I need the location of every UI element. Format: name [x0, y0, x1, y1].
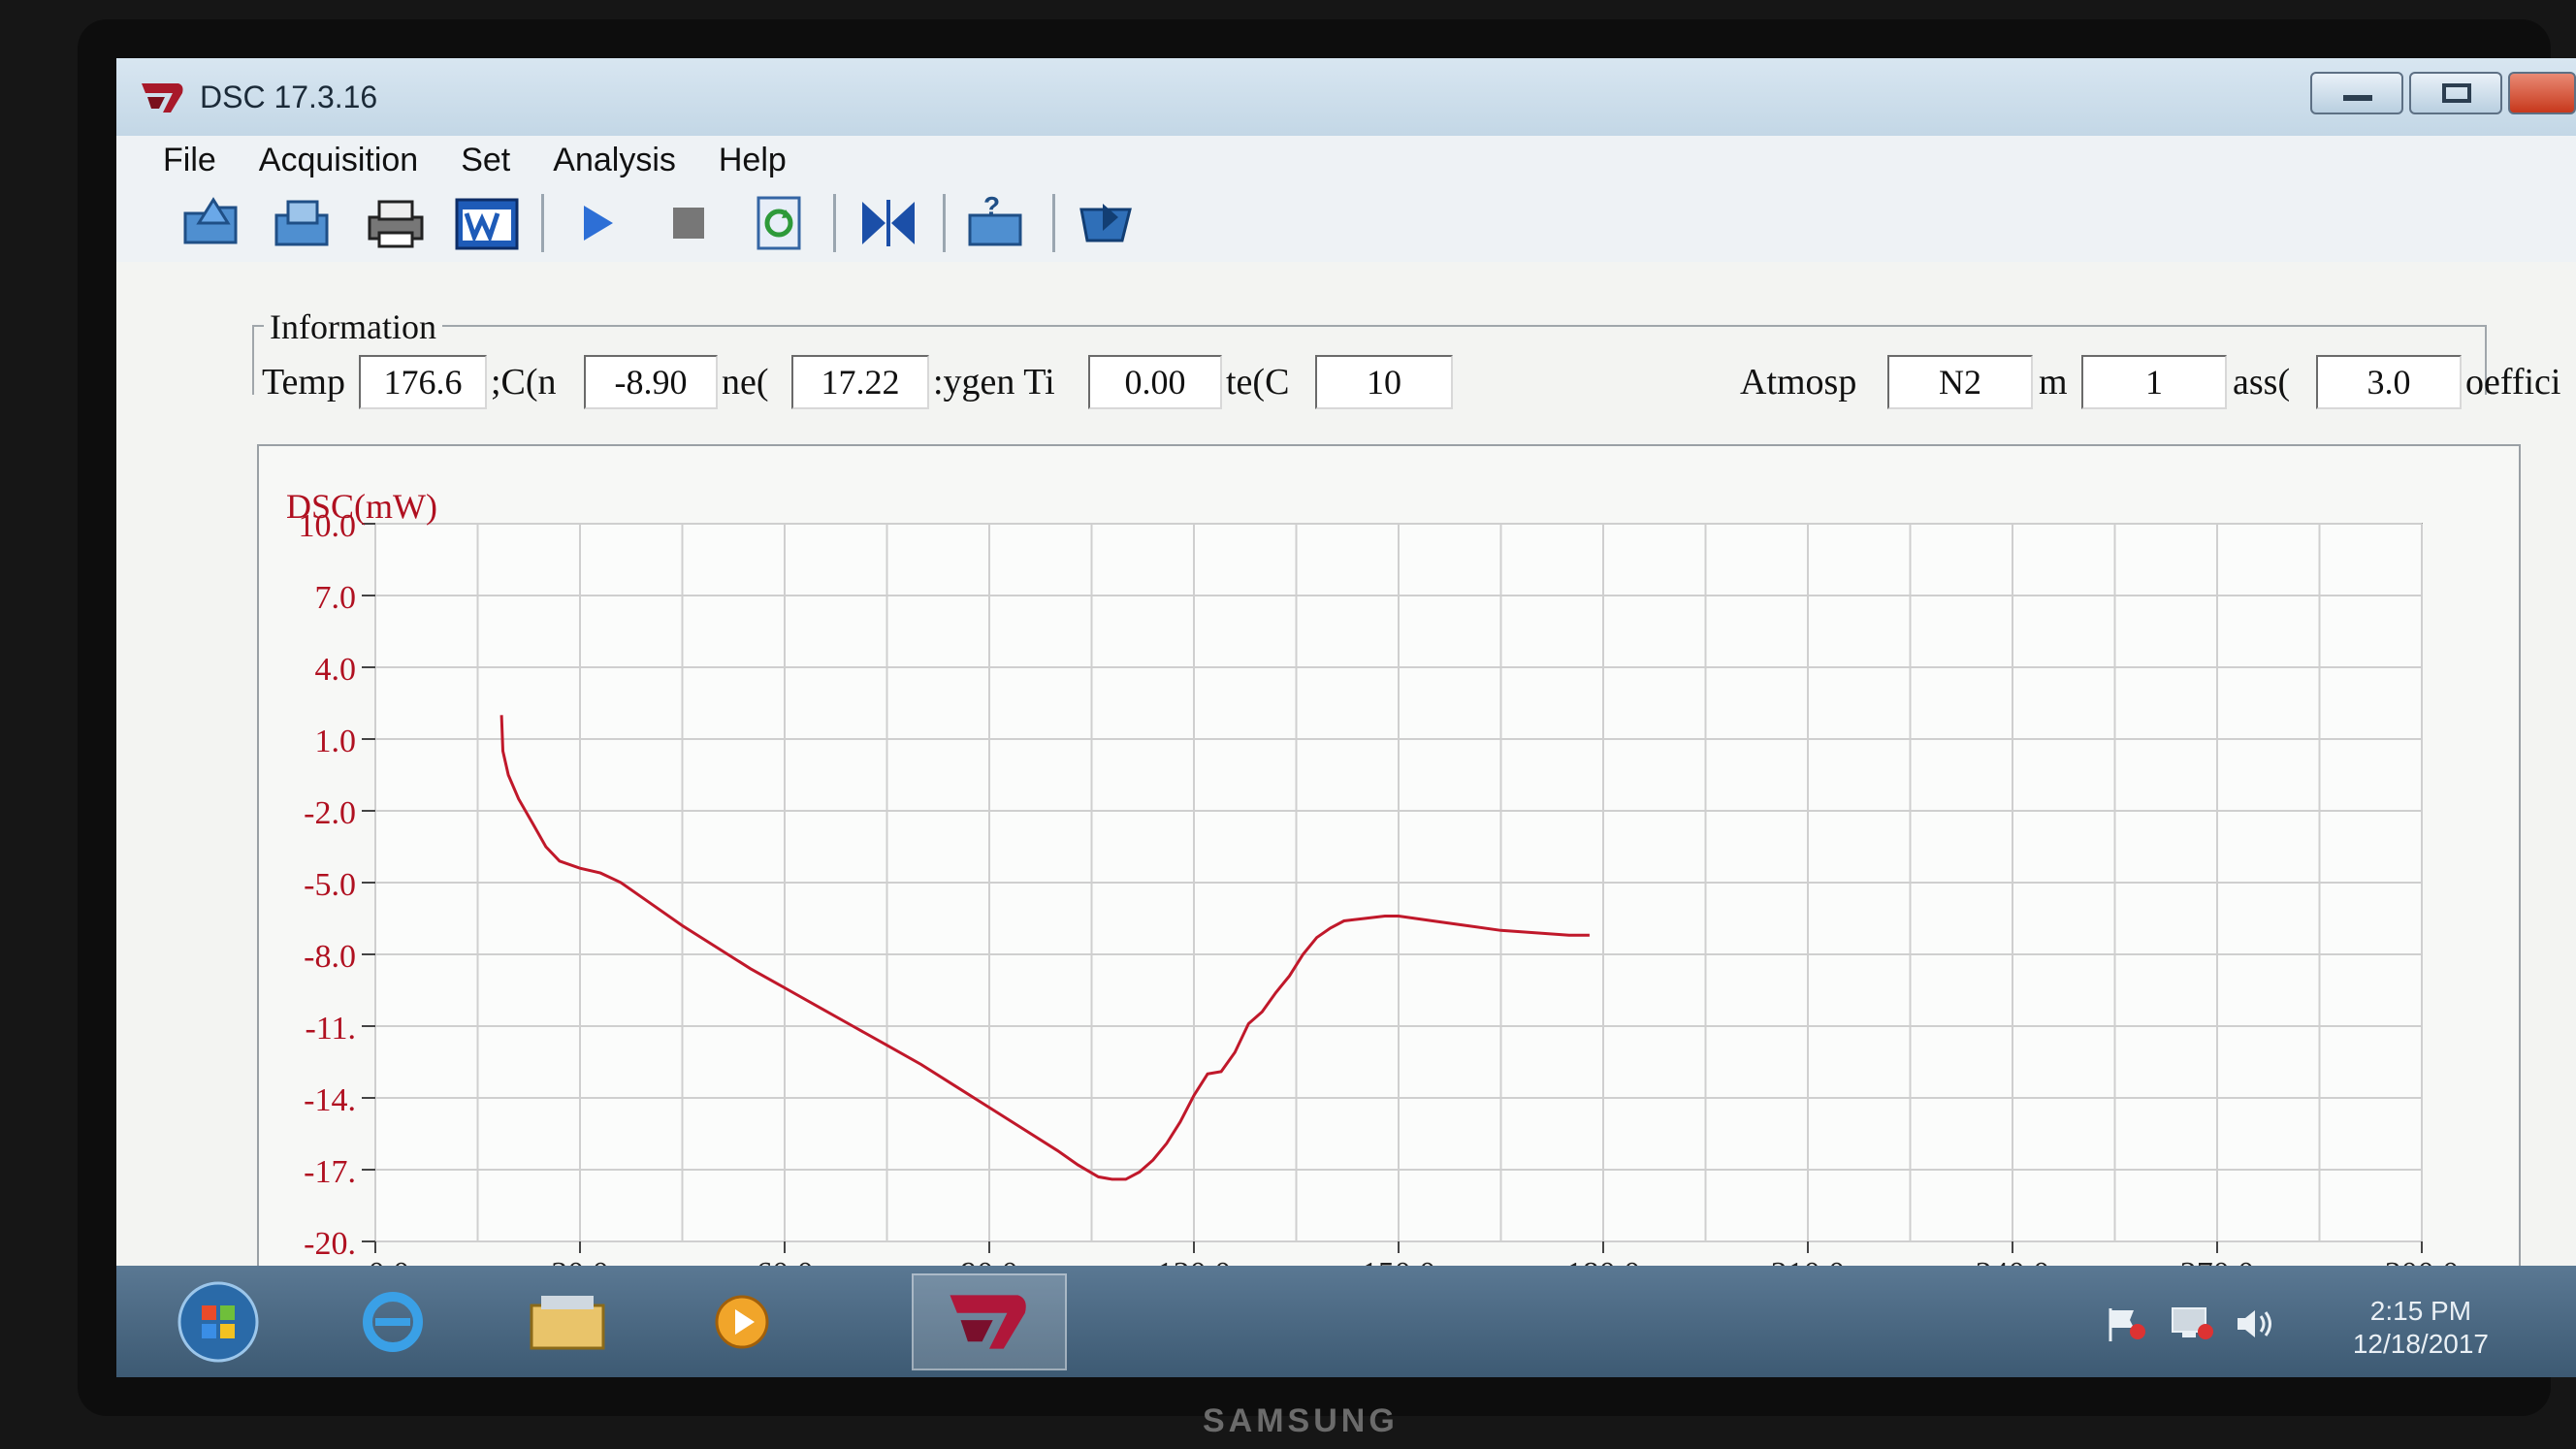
- y-tick-label: -20.: [304, 1226, 356, 1262]
- taskbar-dsc-app[interactable]: [912, 1273, 1067, 1370]
- start-button[interactable]: [558, 189, 635, 257]
- rate-field[interactable]: 10: [1315, 355, 1453, 409]
- main-area: Information Temp 176.6 ;C(n -8.90 ne( 17…: [116, 262, 2576, 1377]
- help-button[interactable]: ?: [959, 189, 1037, 257]
- exit-icon: [1079, 204, 1132, 242]
- network-icon[interactable]: [2169, 1304, 2217, 1343]
- stop-icon: [673, 208, 704, 239]
- clock-date: 12/18/2017: [2352, 1329, 2489, 1359]
- monitor-brand: SAMSUNG: [1203, 1402, 1399, 1439]
- atmosphere-label: Atmosp: [1740, 362, 1857, 402]
- dsc-chart: 10.07.04.01.0-2.0-5.0-8.0-11.-14.-17.-20…: [286, 487, 2459, 1292]
- rate-label: te(C: [1226, 362, 1290, 402]
- y-tick-label: -14.: [304, 1082, 356, 1118]
- minimize-icon: [2343, 95, 2372, 101]
- stop-button[interactable]: [649, 189, 726, 257]
- action-center-flag-icon[interactable]: [2105, 1304, 2149, 1343]
- volume-icon[interactable]: [2232, 1304, 2280, 1343]
- save-folder-icon: [274, 200, 329, 246]
- clock-time: 2:15 PM: [2369, 1296, 2472, 1326]
- m-field[interactable]: 1: [2081, 355, 2227, 409]
- y-tick-label: -8.0: [304, 939, 356, 975]
- start-button-orb[interactable]: [155, 1273, 281, 1370]
- taskbar-explorer[interactable]: [495, 1273, 640, 1370]
- close-button[interactable]: [2508, 72, 2576, 114]
- open-folder-icon: [183, 197, 238, 244]
- toolbar-separator: [833, 194, 836, 252]
- baseline-button[interactable]: [850, 189, 927, 257]
- y-tick-label: -17.: [304, 1154, 356, 1190]
- menu-acquisition[interactable]: Acquisition: [238, 136, 439, 184]
- taskbar: 2:15 PM 12/18/2017: [116, 1266, 2576, 1377]
- y-axis-label: DSC(mW): [286, 487, 437, 526]
- plot-panel: 10.0 7.0 4.0 1.0 -2.0 -5.0 -8.0 -11. -14. -17. -20…: [257, 444, 2521, 1321]
- toolbar-separator: [1052, 194, 1055, 252]
- exit-button[interactable]: [1069, 189, 1146, 257]
- word-export-icon: [455, 198, 519, 250]
- temp-label: Temp: [262, 362, 345, 402]
- title-bar[interactable]: DSC 17.3.16: [116, 58, 2576, 136]
- dsc-field[interactable]: -8.90: [584, 355, 718, 409]
- taskbar-internet-explorer[interactable]: [320, 1273, 466, 1370]
- menu-bar: File Acquisition Set Analysis Help: [116, 136, 2576, 184]
- save-button[interactable]: [266, 189, 343, 257]
- coefficient-label: oeffici: [2465, 362, 2561, 402]
- y-tick-label: -2.0: [304, 795, 356, 831]
- toolbar-separator: [943, 194, 946, 252]
- y-tick-label: -5.0: [304, 867, 356, 903]
- y-tick-label: 7.0: [315, 580, 357, 616]
- print-button[interactable]: [357, 189, 435, 257]
- app-logo-icon: [142, 83, 183, 113]
- file-explorer-icon: [530, 1296, 605, 1350]
- refresh-icon: [757, 196, 801, 250]
- menu-analysis[interactable]: Analysis: [531, 136, 697, 184]
- windows-start-icon: [177, 1281, 259, 1363]
- atmosphere-field[interactable]: N2: [1887, 355, 2033, 409]
- y-tick-label: 4.0: [315, 652, 357, 688]
- m-label: m: [2039, 362, 2068, 402]
- oxygen-time-label: :ygen Ti: [933, 362, 1055, 402]
- taskbar-media-player[interactable]: [669, 1273, 815, 1370]
- mass-label: ass(: [2233, 362, 2291, 402]
- system-clock[interactable]: 2:15 PM 12/18/2017: [2353, 1295, 2489, 1361]
- svg-text:?: ?: [983, 194, 1000, 221]
- y-tick-label: 1.0: [315, 724, 357, 759]
- refresh-button[interactable]: [740, 189, 818, 257]
- dsc-window: DSC 17.3.16 File Acquisition Set Analysi…: [116, 58, 2576, 1377]
- information-fields: Temp 176.6 ;C(n -8.90 ne( 17.22 :ygen Ti…: [262, 355, 2576, 413]
- baseline-icon: [862, 200, 915, 246]
- maximize-button[interactable]: [2409, 72, 2502, 114]
- mass-field[interactable]: 3.0: [2316, 355, 2462, 409]
- open-button[interactable]: [175, 189, 252, 257]
- y-tick-label: -11.: [305, 1011, 356, 1046]
- print-icon: [368, 200, 424, 248]
- screen: DSC 17.3.16 File Acquisition Set Analysi…: [116, 58, 2576, 1377]
- window-controls: [2310, 72, 2576, 116]
- window-title: DSC 17.3.16: [200, 80, 378, 114]
- toolbar-separator: [541, 194, 544, 252]
- time-label: ne(: [722, 362, 769, 402]
- information-title: Information: [264, 306, 442, 347]
- internet-explorer-icon: [363, 1292, 423, 1352]
- play-icon: [584, 206, 613, 241]
- time-field[interactable]: 17.22: [791, 355, 929, 409]
- oxygen-time-field[interactable]: 0.00: [1088, 355, 1222, 409]
- dsc-app-icon: [950, 1295, 1026, 1349]
- menu-set[interactable]: Set: [439, 136, 531, 184]
- menu-file[interactable]: File: [116, 136, 238, 184]
- dsc-label: ;C(n: [491, 362, 557, 402]
- word-export-button[interactable]: [448, 189, 526, 257]
- media-player-icon: [715, 1295, 769, 1349]
- maximize-icon: [2442, 83, 2471, 103]
- minimize-button[interactable]: [2310, 72, 2403, 114]
- toolbar: ?: [116, 184, 2576, 262]
- help-icon: ?: [968, 194, 1022, 246]
- temp-field[interactable]: 176.6: [359, 355, 487, 409]
- menu-help[interactable]: Help: [697, 136, 808, 184]
